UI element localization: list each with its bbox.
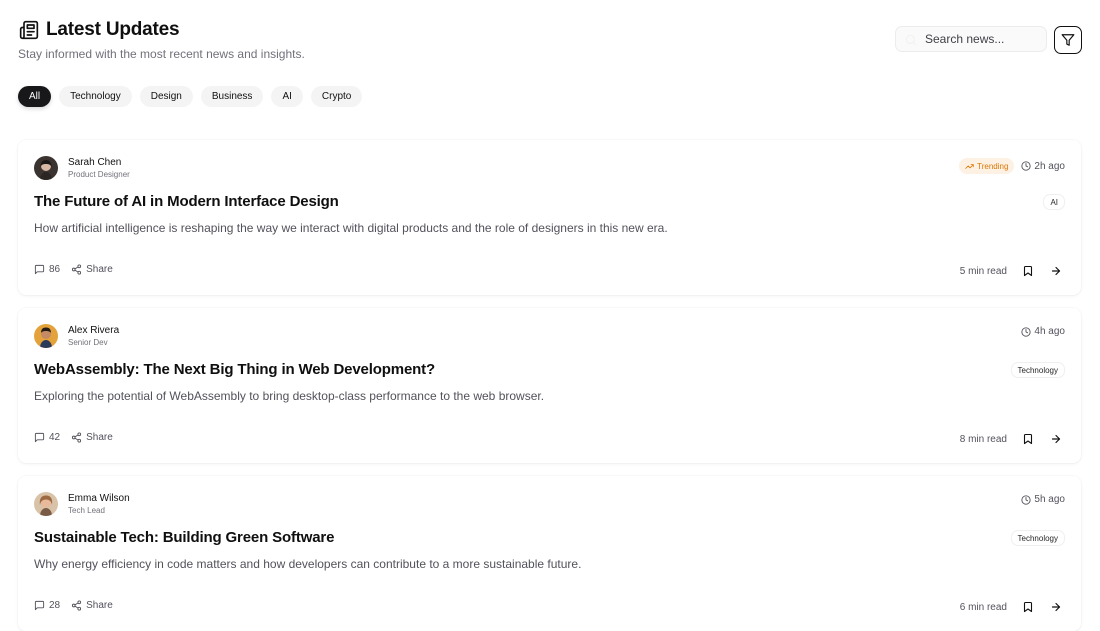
comment-count: 42	[49, 432, 61, 443]
article-card[interactable]: Alex Rivera Senior Dev 4h ago WebAssembl…	[18, 308, 1081, 463]
comment-count: 86	[49, 264, 61, 275]
time-text: 4h ago	[1034, 326, 1065, 337]
comments-button[interactable]: 42	[34, 432, 60, 443]
post-time: 4h ago	[1021, 326, 1065, 337]
card-meta: 4h ago	[1021, 326, 1065, 337]
share-label: Share	[86, 600, 113, 611]
open-article-button[interactable]	[1047, 598, 1065, 616]
category-badge: AI	[1043, 194, 1065, 210]
time-text: 5h ago	[1034, 494, 1065, 505]
avatar	[34, 492, 58, 516]
comments-button[interactable]: 28	[34, 600, 60, 611]
search-icon	[904, 33, 918, 47]
share-button[interactable]: Share	[71, 264, 113, 275]
category-badge: Technology	[1010, 362, 1065, 378]
bookmark-icon	[1022, 601, 1034, 613]
bookmark-button[interactable]	[1019, 430, 1037, 448]
read-time: 5 min read	[959, 265, 1007, 277]
card-footer-right: 5 min read	[960, 262, 1065, 280]
card-footer-left: 42 Share	[34, 432, 113, 443]
author-name: Sarah Chen	[68, 157, 122, 168]
message-square-icon	[34, 264, 45, 275]
category-badge: Technology	[1010, 530, 1065, 546]
post-time: 5h ago	[1021, 494, 1065, 505]
page-header: Latest Updates Stay informed with the mo…	[18, 19, 305, 61]
bookmark-icon	[1022, 265, 1034, 277]
tab-technology[interactable]: Technology	[59, 86, 132, 107]
card-meta: 5h ago	[1021, 494, 1065, 505]
author-role: Senior Dev	[68, 338, 108, 347]
article-description: Exploring the potential of WebAssembly t…	[34, 389, 545, 403]
article-title[interactable]: The Future of AI in Modern Interface Des…	[34, 193, 339, 210]
share-icon	[71, 600, 82, 611]
card-footer-right: 8 min read	[960, 430, 1065, 448]
author-name: Alex Rivera	[68, 325, 120, 336]
bookmark-icon	[1022, 433, 1034, 445]
tab-ai[interactable]: AI	[271, 86, 303, 107]
share-button[interactable]: Share	[71, 600, 113, 611]
arrow-right-icon	[1050, 433, 1062, 445]
arrow-right-icon	[1050, 601, 1062, 613]
tab-all[interactable]: All	[18, 86, 52, 107]
card-meta: Trending 2h ago	[959, 158, 1065, 174]
read-time: 8 min read	[959, 433, 1007, 445]
article-title[interactable]: WebAssembly: The Next Big Thing in Web D…	[34, 361, 435, 378]
comment-count: 28	[49, 600, 61, 611]
tab-crypto[interactable]: Crypto	[310, 86, 363, 107]
bookmark-button[interactable]	[1019, 598, 1037, 616]
share-icon	[71, 432, 82, 443]
message-square-icon	[34, 432, 45, 443]
search-input[interactable]	[923, 31, 1047, 47]
comments-button[interactable]: 86	[34, 264, 60, 275]
search-box[interactable]	[895, 26, 1047, 52]
news-page: Latest Updates Stay informed with the mo…	[0, 0, 1100, 631]
filter-icon	[1061, 33, 1075, 47]
time-text: 2h ago	[1034, 160, 1065, 172]
article-title[interactable]: Sustainable Tech: Building Green Softwar…	[34, 529, 334, 546]
trending-up-icon	[965, 162, 974, 171]
clock-icon	[1021, 161, 1032, 171]
filter-button[interactable]	[1054, 26, 1082, 54]
open-article-button[interactable]	[1047, 262, 1065, 280]
clock-icon	[1021, 494, 1032, 505]
trending-label: Trending	[977, 161, 1009, 171]
author-name: Emma Wilson	[68, 493, 130, 504]
author-role: Tech Lead	[68, 506, 105, 515]
card-footer-left: 86 Share	[34, 264, 113, 275]
open-article-button[interactable]	[1047, 430, 1065, 448]
page-subtitle: Stay informed with the most recent news …	[18, 47, 305, 61]
clock-icon	[1021, 326, 1032, 337]
bookmark-button[interactable]	[1019, 262, 1037, 280]
card-footer-right: 6 min read	[960, 598, 1065, 616]
message-square-icon	[34, 600, 45, 611]
tab-design[interactable]: Design	[139, 86, 193, 107]
article-card[interactable]: Sarah Chen Product Designer Trending 2h …	[18, 140, 1081, 295]
share-icon	[71, 264, 82, 275]
post-time: 2h ago	[1021, 161, 1065, 172]
arrow-right-icon	[1050, 265, 1062, 277]
category-tabs: All Technology Design Business AI Crypto	[18, 86, 363, 107]
newspaper-icon	[18, 19, 40, 41]
article-description: How artificial intelligence is reshaping…	[34, 221, 668, 235]
article-description: Why energy efficiency in code matters an…	[34, 557, 582, 571]
page-title: Latest Updates	[46, 19, 180, 40]
avatar	[34, 324, 58, 348]
share-label: Share	[86, 432, 113, 443]
tab-business[interactable]: Business	[200, 86, 264, 107]
avatar	[34, 156, 58, 180]
trending-badge: Trending	[959, 158, 1015, 174]
share-button[interactable]: Share	[71, 432, 113, 443]
article-card[interactable]: Emma Wilson Tech Lead 5h ago Sustainable…	[18, 476, 1081, 631]
author-role: Product Designer	[68, 170, 130, 179]
title-row: Latest Updates	[18, 19, 305, 41]
card-footer-left: 28 Share	[34, 600, 113, 611]
share-label: Share	[86, 264, 113, 275]
